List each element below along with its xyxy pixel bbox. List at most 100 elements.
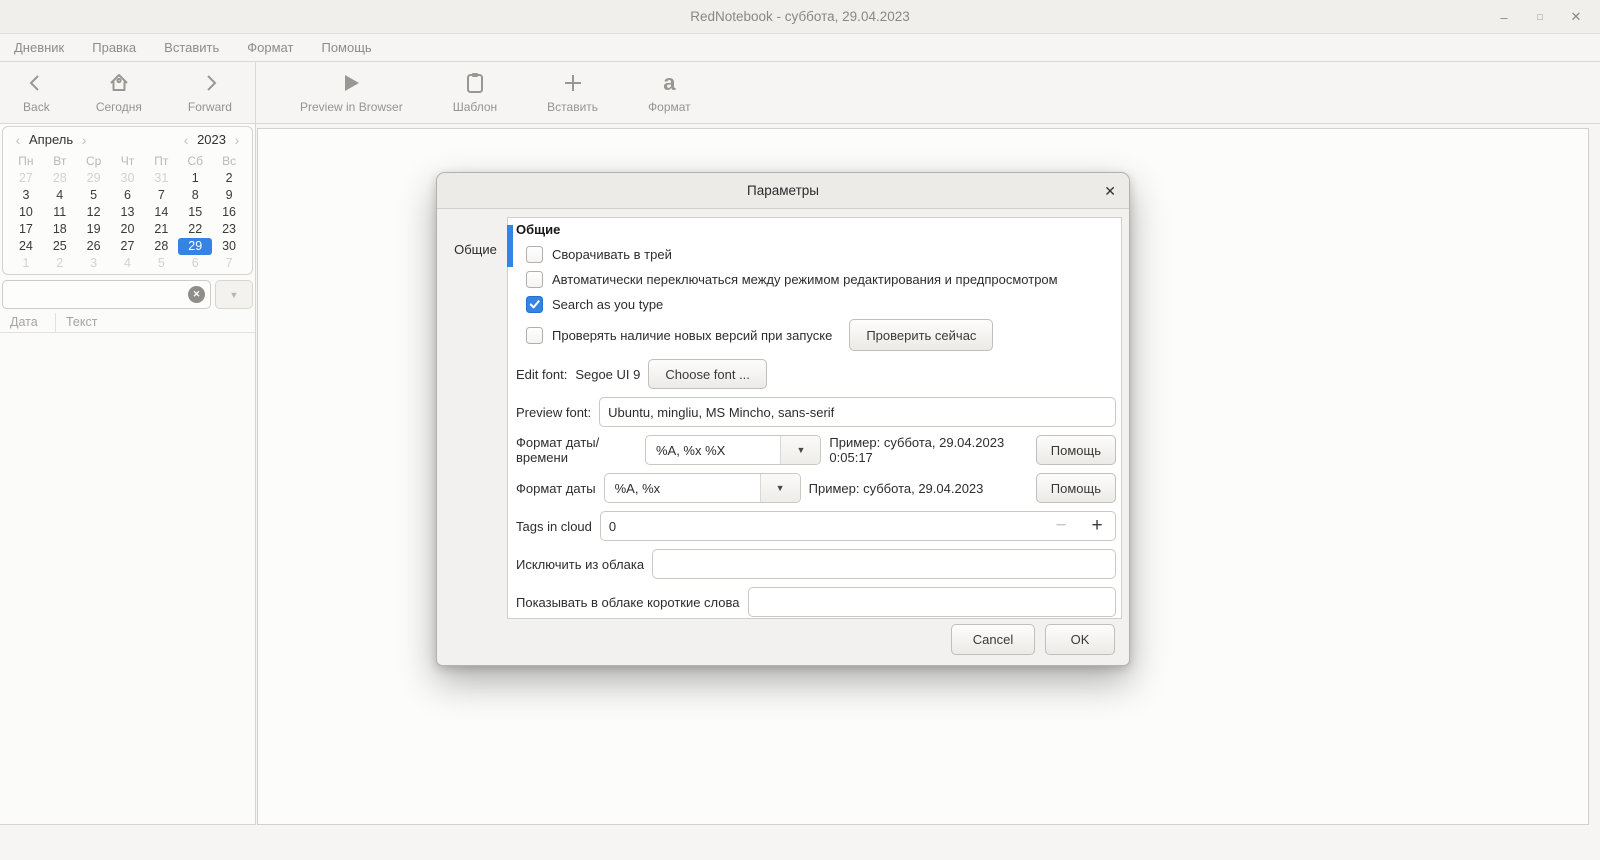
calendar-weekday: Ср bbox=[85, 154, 102, 168]
calendar-day[interactable]: 6 bbox=[178, 255, 212, 272]
calendar-day[interactable]: 11 bbox=[43, 204, 77, 221]
calendar-day[interactable]: 10 bbox=[9, 204, 43, 221]
calendar-day[interactable]: 2 bbox=[43, 255, 77, 272]
template-button[interactable]: Шаблон bbox=[435, 71, 515, 114]
calendar-day[interactable]: 4 bbox=[43, 187, 77, 204]
calendar-day[interactable]: 27 bbox=[111, 238, 145, 255]
calendar-header: ‹ Апрель › ‹ 2023 › bbox=[3, 127, 252, 152]
menu-item-insert[interactable]: Вставить bbox=[164, 40, 219, 55]
calendar-day[interactable]: 18 bbox=[43, 221, 77, 238]
close-button[interactable]: ✕ bbox=[1568, 9, 1584, 25]
edit-font-value: Segoe UI 9 bbox=[575, 366, 641, 382]
search-as-you-type-checkbox[interactable] bbox=[526, 296, 543, 313]
check-now-button[interactable]: Проверить сейчас bbox=[849, 319, 994, 351]
preview-font-input[interactable] bbox=[599, 397, 1116, 427]
window-titlebar[interactable]: RedNotebook - суббота, 29.04.2023 – □ ✕ bbox=[0, 0, 1600, 34]
calendar-day[interactable]: 27 bbox=[9, 170, 43, 187]
calendar-day[interactable]: 8 bbox=[178, 187, 212, 204]
preferences-dialog: Параметры ✕ Общие Общие Сворачивать в тр… bbox=[436, 172, 1130, 666]
calendar-day[interactable]: 7 bbox=[212, 255, 246, 272]
calendar-day[interactable]: 7 bbox=[144, 187, 178, 204]
calendar-day[interactable]: 26 bbox=[77, 238, 111, 255]
preview-in-browser-button[interactable]: Preview in Browser bbox=[282, 71, 421, 114]
format-button[interactable]: a Формат bbox=[630, 71, 709, 115]
calendar-day[interactable]: 31 bbox=[144, 170, 178, 187]
calendar-day[interactable]: 16 bbox=[212, 204, 246, 221]
calendar-day[interactable]: 17 bbox=[9, 221, 43, 238]
short-words-input[interactable] bbox=[747, 587, 1116, 617]
calendar-day[interactable]: 24 bbox=[9, 238, 43, 255]
dialog-titlebar[interactable]: Параметры ✕ bbox=[437, 173, 1129, 209]
menu-item-edit[interactable]: Правка bbox=[92, 40, 136, 55]
forward-button[interactable]: Forward bbox=[170, 71, 250, 114]
calendar-day[interactable]: 19 bbox=[77, 221, 111, 238]
calendar-day[interactable]: 15 bbox=[178, 204, 212, 221]
menu-item-format[interactable]: Формат bbox=[247, 40, 293, 55]
menu-item-help[interactable]: Помощь bbox=[321, 40, 371, 55]
today-button[interactable]: Сегодня bbox=[78, 71, 160, 114]
tray-checkbox[interactable] bbox=[526, 246, 543, 263]
next-month-button[interactable]: › bbox=[77, 132, 91, 148]
prev-month-button[interactable]: ‹ bbox=[11, 132, 25, 148]
maximize-button[interactable]: □ bbox=[1532, 9, 1548, 25]
calendar-day[interactable]: 1 bbox=[9, 255, 43, 272]
calendar-day[interactable]: 28 bbox=[43, 170, 77, 187]
calendar-weekday: Вт bbox=[53, 154, 67, 168]
calendar-day[interactable]: 5 bbox=[77, 187, 111, 204]
calendar-day[interactable]: 21 bbox=[144, 221, 178, 238]
minus-icon[interactable]: − bbox=[1043, 512, 1079, 540]
calendar-day-selected[interactable]: 29 bbox=[178, 238, 213, 255]
calendar-day[interactable]: 12 bbox=[77, 204, 111, 221]
prev-year-button[interactable]: ‹ bbox=[179, 132, 193, 148]
calendar-day[interactable]: 13 bbox=[111, 204, 145, 221]
calendar-day[interactable]: 3 bbox=[77, 255, 111, 272]
exclude-from-cloud-row: Исключить из облака bbox=[516, 549, 1116, 579]
chevron-down-icon[interactable]: ▼ bbox=[780, 436, 821, 464]
calendar-day[interactable]: 9 bbox=[212, 187, 246, 204]
tags-in-cloud-row: Tags in cloud − + bbox=[516, 511, 1116, 541]
date-format-combo[interactable]: %A, %x ▼ bbox=[603, 473, 801, 503]
ok-button[interactable]: OK bbox=[1045, 624, 1115, 655]
back-button[interactable]: Back bbox=[5, 71, 68, 114]
cancel-button[interactable]: Cancel bbox=[951, 624, 1035, 655]
column-header-date[interactable]: Дата bbox=[0, 313, 56, 332]
chevron-right-icon bbox=[198, 71, 222, 95]
tab-general[interactable]: Общие bbox=[444, 229, 507, 269]
search-dropdown-button[interactable]: ▼ bbox=[215, 280, 253, 309]
calendar-day[interactable]: 5 bbox=[144, 255, 178, 272]
datetime-help-button[interactable]: Помощь bbox=[1035, 435, 1116, 465]
calendar-day[interactable]: 6 bbox=[111, 187, 145, 204]
calendar-day[interactable]: 25 bbox=[43, 238, 77, 255]
calendar-day[interactable]: 2 bbox=[212, 170, 246, 187]
calendar-day[interactable]: 1 bbox=[178, 170, 212, 187]
calendar-day[interactable]: 30 bbox=[111, 170, 145, 187]
plus-icon[interactable]: + bbox=[1079, 512, 1115, 540]
insert-button[interactable]: Вставить bbox=[529, 71, 616, 114]
date-format-example: Пример: суббота, 29.04.2023 bbox=[808, 480, 984, 496]
column-header-text[interactable]: Текст bbox=[56, 313, 97, 332]
autoswitch-checkbox[interactable] bbox=[526, 271, 543, 288]
calendar-day[interactable]: 29 bbox=[77, 170, 111, 187]
calendar-day[interactable]: 3 bbox=[9, 187, 43, 204]
next-year-button[interactable]: › bbox=[230, 132, 244, 148]
dialog-close-button[interactable]: ✕ bbox=[1104, 173, 1116, 209]
search-clear-icon[interactable]: ✕ bbox=[188, 286, 205, 303]
exclude-from-cloud-input[interactable] bbox=[652, 549, 1116, 579]
calendar-day[interactable]: 22 bbox=[178, 221, 212, 238]
chevron-down-icon[interactable]: ▼ bbox=[759, 474, 800, 502]
date-help-button[interactable]: Помощь bbox=[1035, 473, 1116, 503]
search-results-list[interactable] bbox=[0, 334, 255, 824]
search-input[interactable] bbox=[2, 280, 211, 309]
calendar-day[interactable]: 4 bbox=[111, 255, 145, 272]
datetime-format-combo[interactable]: %A, %x %X ▼ bbox=[644, 435, 822, 465]
minimize-button[interactable]: – bbox=[1496, 9, 1512, 25]
calendar-day[interactable]: 28 bbox=[144, 238, 178, 255]
calendar-day[interactable]: 14 bbox=[144, 204, 178, 221]
calendar-day[interactable]: 20 bbox=[111, 221, 145, 238]
check-updates-checkbox[interactable] bbox=[526, 326, 543, 344]
calendar-day[interactable]: 23 bbox=[212, 221, 246, 238]
calendar-day[interactable]: 30 bbox=[212, 238, 246, 255]
choose-font-button[interactable]: Choose font ... bbox=[648, 359, 767, 389]
tags-in-cloud-input[interactable] bbox=[600, 512, 1043, 540]
menu-item-journal[interactable]: Дневник bbox=[14, 40, 64, 55]
